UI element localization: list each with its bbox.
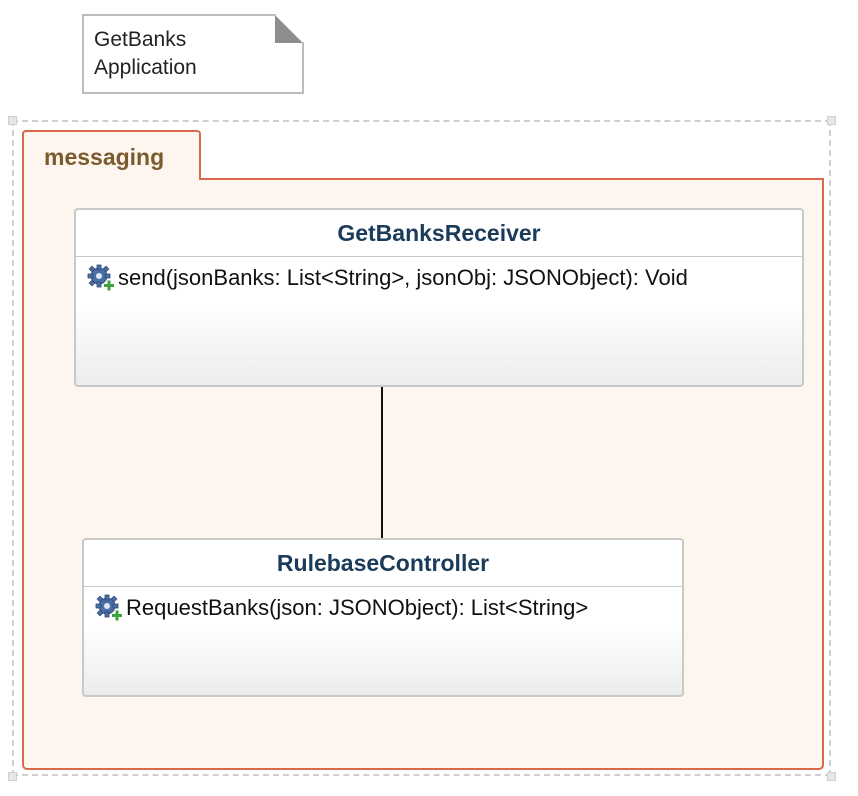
class-name: RulebaseController xyxy=(276,549,490,576)
class-name: GetBanksReceiver xyxy=(337,219,541,246)
gear-add-icon xyxy=(87,264,114,291)
note-getbanks-application[interactable]: GetBanks Application xyxy=(82,14,304,94)
association-line[interactable] xyxy=(378,386,386,540)
operation-send[interactable]: send(jsonBanks: List<String>, jsonObj: J… xyxy=(76,259,802,297)
class-header: GetBanksReceiver xyxy=(76,210,802,257)
class-getbanksreceiver[interactable]: GetBanksReceiver send(jsonBanks: List<St… xyxy=(74,208,804,387)
note-line-2: Application xyxy=(94,56,197,79)
operation-signature: send(jsonBanks: List<String>, jsonObj: J… xyxy=(118,265,688,290)
note-line-1: GetBanks xyxy=(94,28,187,51)
selection-handle-top-left[interactable] xyxy=(8,116,17,125)
class-header: RulebaseController xyxy=(84,540,682,587)
operation-signature: RequestBanks(json: JSONObject): List<Str… xyxy=(126,595,589,620)
package-name: messaging xyxy=(44,144,165,170)
package-tab[interactable]: messaging xyxy=(22,130,201,180)
operation-requestbanks[interactable]: RequestBanks(json: JSONObject): List<Str… xyxy=(84,589,682,627)
gear-add-icon xyxy=(95,594,122,621)
class-rulebasecontroller[interactable]: RulebaseController RequestBanks(json: JS… xyxy=(82,538,684,697)
note-text: GetBanks Application xyxy=(94,26,197,82)
selection-handle-top-right[interactable] xyxy=(827,116,836,125)
selection-handle-bottom-left[interactable] xyxy=(8,772,17,781)
selection-handle-bottom-right[interactable] xyxy=(827,772,836,781)
